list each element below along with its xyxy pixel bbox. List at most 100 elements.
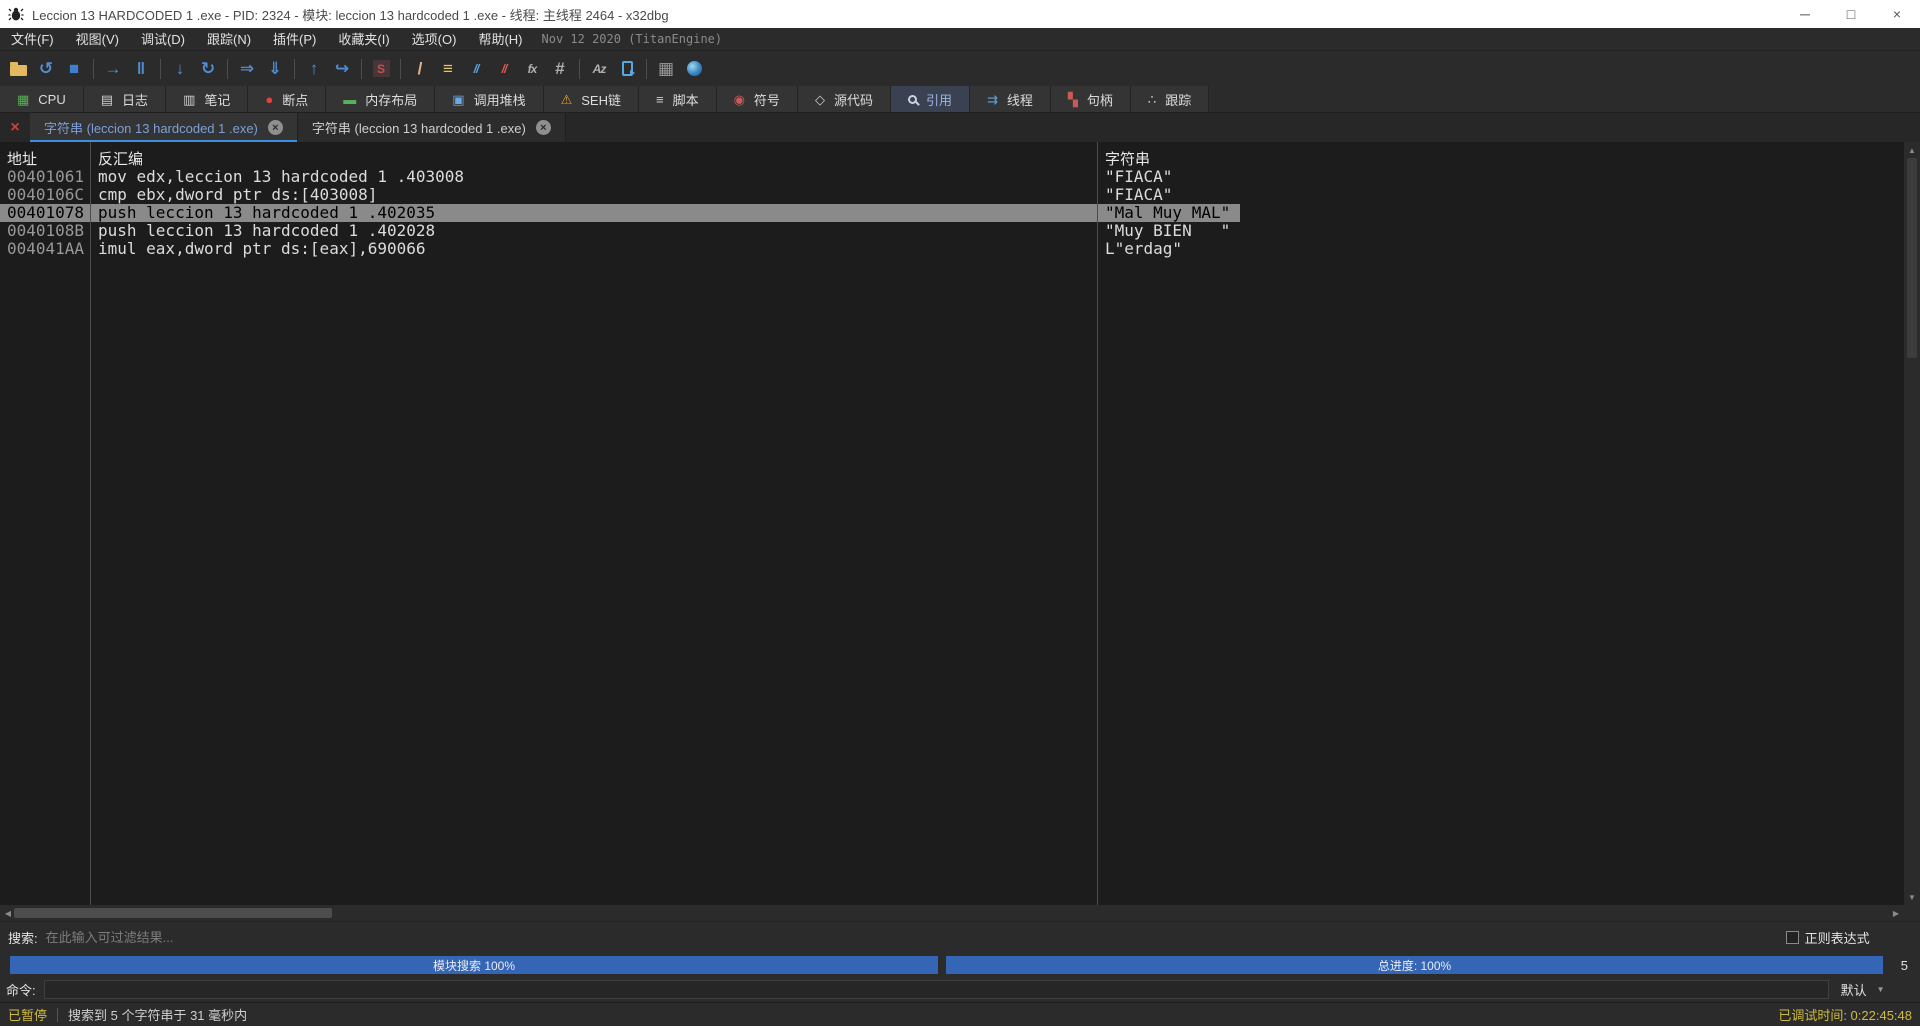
step-into-icon[interactable]: ↓ [166, 55, 194, 83]
table-row[interactable]: 00401078 push leccion 13 hardcoded 1 .402… [0, 204, 1904, 222]
tab-label: 调用堆栈 [473, 92, 526, 108]
menu-view[interactable]: 视图(V) [65, 28, 130, 51]
profile-dropdown[interactable]: 默认 ▼ [1841, 980, 1885, 999]
cell-string: "Mal Muy MAL" [1097, 204, 1240, 222]
run-icon[interactable]: → [99, 55, 127, 83]
settings-icon[interactable]: S [367, 55, 395, 83]
tab-trace[interactable]: ∴ 跟踪 [1130, 86, 1210, 112]
stop-glyph: ■ [68, 59, 80, 78]
patches-icon[interactable]: / [406, 55, 434, 83]
tab-cpu[interactable]: ▦ CPU [0, 86, 84, 112]
run-trace-icon[interactable]: ⇒ [233, 55, 261, 83]
notes-icon: ▥ [183, 91, 196, 107]
vertical-scroll-thumb[interactable] [1907, 158, 1917, 358]
tab-label: 句柄 [1086, 92, 1113, 108]
toolbar-divider [361, 58, 362, 79]
tab-memory-map[interactable]: ▬ 内存布局 [326, 86, 436, 112]
execute-till-return-icon[interactable]: ↑ [300, 55, 328, 83]
close-all-references-button[interactable]: × [0, 113, 30, 142]
menu-items: 文件(F) 视图(V) 调试(D) 跟踪(N) 插件(P) 收藏夹(I) 选项(O) 帮助(H… [0, 28, 534, 51]
search-input[interactable] [45, 930, 1786, 945]
subtab-strings-1[interactable]: 字符串 (leccion 13 hardcoded 1 .exe) × [30, 113, 298, 142]
cpu-icon: ▦ [17, 91, 30, 107]
scroll-right-icon[interactable]: ▶ [1888, 905, 1904, 921]
column-divider[interactable] [90, 142, 91, 905]
step-into-trace-glyph: ⇓ [267, 59, 283, 78]
menu-trace[interactable]: 跟踪(N) [196, 28, 262, 51]
close-button[interactable]: × [1874, 0, 1920, 28]
table-row[interactable]: 00401061 mov edx,leccion 13 hardcoded 1 .… [0, 168, 1904, 186]
horizontal-scroll-thumb[interactable] [14, 908, 332, 918]
subtab-label: 字符串 (leccion 13 hardcoded 1 .exe) [311, 121, 526, 136]
reference-subtabbar: × 字符串 (leccion 13 hardcoded 1 .exe) × 字符串 … [0, 113, 1920, 142]
column-header-string[interactable]: 字符串 [1097, 150, 1150, 168]
help-globe-icon[interactable] [680, 55, 708, 83]
vertical-scrollbar[interactable]: ▲ ▼ [1904, 142, 1920, 905]
tab-log[interactable]: ▤ 日志 [83, 86, 167, 112]
scroll-down-icon[interactable]: ▼ [1904, 889, 1920, 905]
menu-options[interactable]: 选项(O) [401, 28, 468, 51]
tab-threads[interactable]: ⇉ 线程 [969, 86, 1051, 112]
subtab-strings-2[interactable]: 字符串 (leccion 13 hardcoded 1 .exe) × [297, 113, 566, 142]
maximize-button[interactable]: □ [1828, 0, 1874, 28]
tab-breakpoints[interactable]: ● 断点 [248, 86, 327, 112]
step-into-trace-icon[interactable]: ⇓ [261, 55, 289, 83]
table-row[interactable]: 0040108B push leccion 13 hardcoded 1 .402… [0, 222, 1904, 240]
tab-source-code[interactable]: ◇ 源代码 [797, 86, 891, 112]
close-tab-icon[interactable]: × [267, 120, 283, 135]
settings-glyph: S [372, 60, 390, 77]
debugger-state: 已暂停 [8, 1008, 48, 1023]
calculator-glyph: ▦ [657, 59, 675, 78]
stop-icon[interactable]: ■ [60, 55, 88, 83]
seh-chain-icon: ⚠ [560, 91, 573, 107]
tab-symbols[interactable]: ◉ 符号 [716, 86, 798, 112]
dropdown-caret-icon: ▼ [1876, 985, 1885, 994]
functions-icon[interactable]: fx [518, 55, 546, 83]
command-label: 命令: [6, 983, 36, 998]
modules-icon[interactable] [613, 55, 641, 83]
regex-checkbox[interactable] [1785, 931, 1799, 944]
labels-icon[interactable]: # [546, 55, 574, 83]
edit-columns-icon[interactable]: // [462, 55, 490, 83]
tab-notes[interactable]: ▥ 笔记 [166, 86, 249, 112]
menu-favourites[interactable]: 收藏夹(I) [327, 28, 400, 51]
tab-label: 跟踪 [1165, 92, 1192, 108]
column-header-address[interactable]: 地址 [0, 150, 90, 168]
close-tab-icon[interactable]: × [535, 120, 551, 135]
strings-icon[interactable]: Az [585, 55, 613, 83]
menu-plugins[interactable]: 插件(P) [262, 28, 327, 51]
open-file-icon[interactable] [4, 55, 32, 83]
horizontal-scrollbar[interactable]: ◀ ▶ [0, 905, 1904, 921]
minimize-button[interactable]: ─ [1782, 0, 1828, 28]
result-count: 5 [1900, 957, 1908, 973]
column-header-disassembly[interactable]: 反汇编 [90, 150, 1097, 168]
run-to-user-code-icon[interactable]: ↪ [328, 55, 356, 83]
cell-disassembly: cmp ebx,dword ptr ds:[403008] [98, 185, 378, 204]
tab-script[interactable]: ≡ 脚本 [638, 86, 717, 112]
comments-icon[interactable]: ≡ [434, 55, 462, 83]
tab-handles[interactable]: ▚ 句柄 [1050, 86, 1131, 112]
table-row[interactable]: 0040106C cmp ebx,dword ptr ds:[403008] "FI… [0, 186, 1904, 204]
pause-icon[interactable]: ‖ [127, 55, 155, 83]
scroll-up-icon[interactable]: ▲ [1904, 142, 1920, 158]
menu-debug[interactable]: 调试(D) [130, 28, 196, 51]
highlight-glyph: // [501, 61, 508, 76]
highlight-icon[interactable]: // [490, 55, 518, 83]
restart-icon[interactable]: ↺ [32, 55, 60, 83]
step-over-glyph: ↻ [200, 59, 216, 78]
menu-file[interactable]: 文件(F) [0, 28, 65, 51]
step-over-icon[interactable]: ↻ [194, 55, 222, 83]
calculator-icon[interactable]: ▦ [652, 55, 680, 83]
tab-references[interactable]: 引用 [890, 86, 970, 112]
command-input[interactable] [43, 980, 1829, 999]
cell-disassembly: push leccion 13 hardcoded 1 .402028 [98, 221, 436, 240]
log-icon: ▤ [100, 91, 114, 107]
column-divider[interactable] [1097, 142, 1098, 905]
scrollbar-corner [1904, 905, 1920, 921]
table-row[interactable]: 004041AA imul eax,dword ptr ds:[eax],6900… [0, 240, 1904, 258]
tab-call-stack[interactable]: ▣ 调用堆栈 [435, 86, 544, 112]
memory-map-icon: ▬ [343, 91, 357, 107]
strings-reference-table[interactable]: 地址 反汇编 字符串 00401061 mov edx,leccion 13 ha… [0, 142, 1904, 905]
tab-seh-chain[interactable]: ⚠ SEH链 [543, 86, 639, 112]
menu-help[interactable]: 帮助(H) [467, 28, 533, 51]
